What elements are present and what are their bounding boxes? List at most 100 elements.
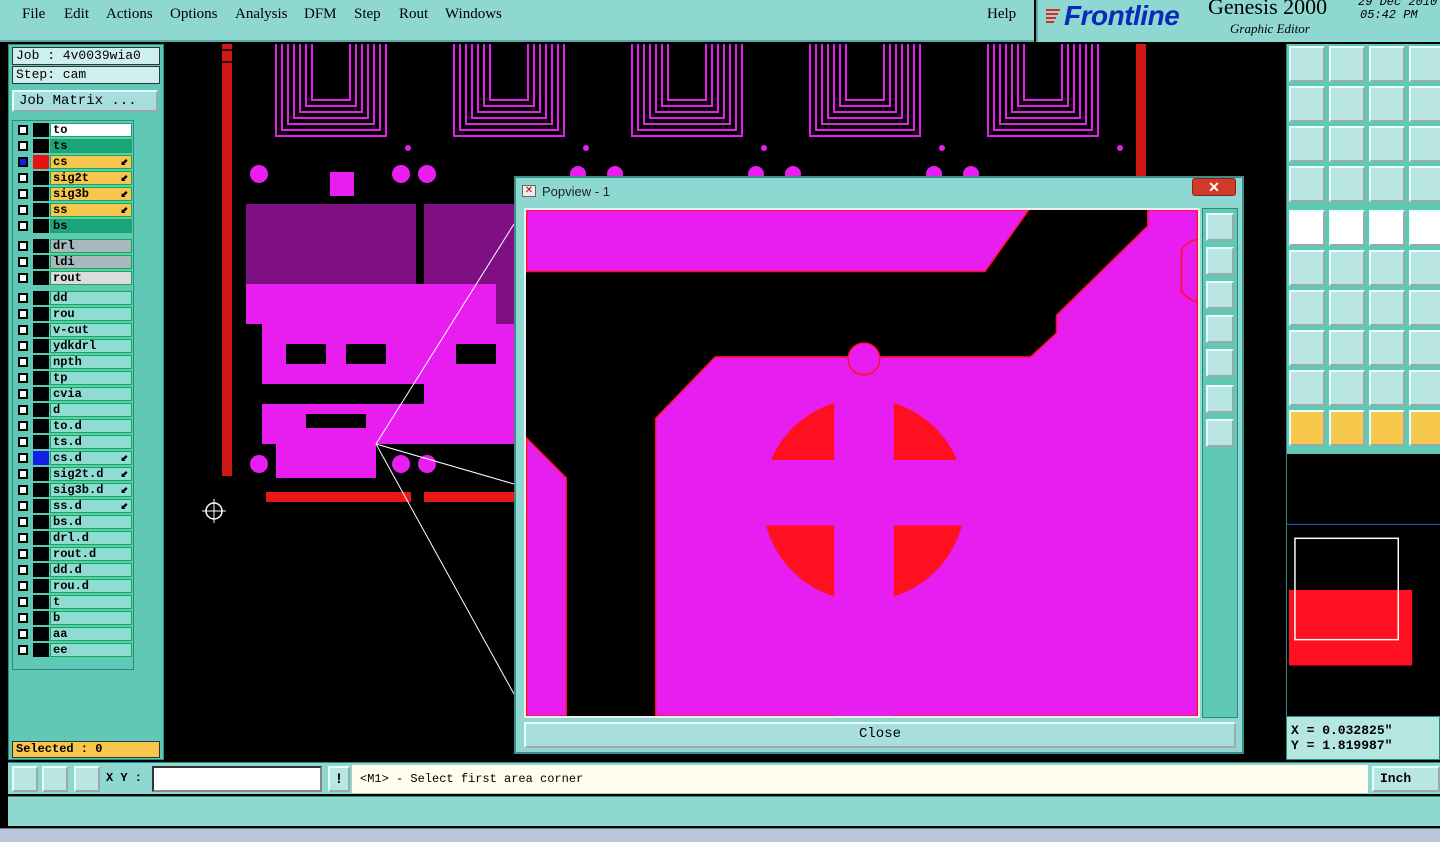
layer-name[interactable]: rou xyxy=(50,307,132,321)
layer-checkbox[interactable] xyxy=(18,157,28,167)
layer-checkbox[interactable] xyxy=(18,293,28,303)
line-edit-icon[interactable] xyxy=(1409,250,1440,286)
layer-checkbox[interactable] xyxy=(18,613,28,623)
arc-icon[interactable] xyxy=(1369,290,1405,326)
layer-checkbox[interactable] xyxy=(18,309,28,319)
layer-checkbox[interactable] xyxy=(18,125,28,135)
layer-checkbox[interactable] xyxy=(18,565,28,575)
layer-row[interactable]: npth xyxy=(13,355,135,369)
layer-name[interactable]: aa xyxy=(50,627,132,641)
layer-color-swatch[interactable] xyxy=(33,271,49,285)
zoom-out-icon[interactable] xyxy=(1206,419,1234,447)
layer-name[interactable]: to.d xyxy=(50,419,132,433)
layer-name[interactable]: b xyxy=(50,611,132,625)
mirror-icon[interactable] xyxy=(1369,86,1405,122)
layer-row[interactable]: ts xyxy=(13,139,135,153)
layer-checkbox[interactable] xyxy=(18,549,28,559)
layer-color-swatch[interactable] xyxy=(33,403,49,417)
menu-edit[interactable]: Edit xyxy=(64,6,89,23)
cross-icon[interactable] xyxy=(1329,250,1365,286)
layer-checkbox[interactable] xyxy=(18,257,28,267)
layer-checkbox[interactable] xyxy=(18,241,28,251)
layer-checkbox[interactable] xyxy=(18,469,28,479)
layer-row[interactable]: dd.d xyxy=(13,563,135,577)
point-icon[interactable] xyxy=(1289,330,1325,366)
layer-name[interactable]: ydkdrl xyxy=(50,339,132,353)
add-pad-icon[interactable] xyxy=(1289,210,1325,246)
layer-row[interactable]: bs.d xyxy=(13,515,135,529)
minus-icon[interactable] xyxy=(1329,330,1365,366)
layer-row[interactable]: v-cut xyxy=(13,323,135,337)
layer-row[interactable]: rou.d xyxy=(13,579,135,593)
angle-icon[interactable] xyxy=(1289,290,1325,326)
snap-icon[interactable] xyxy=(1409,86,1440,122)
zoom-extents-icon[interactable] xyxy=(1289,126,1325,162)
pan-right-icon[interactable] xyxy=(1206,349,1234,377)
layer-name[interactable]: sig3b ⬋ xyxy=(50,187,132,201)
layer-color-swatch[interactable] xyxy=(33,171,49,185)
menu-rout[interactable]: Rout xyxy=(399,6,428,23)
layer-checkbox[interactable] xyxy=(18,389,28,399)
layer-row[interactable]: ee xyxy=(13,643,135,657)
layer-color-swatch[interactable] xyxy=(33,611,49,625)
help-icon[interactable] xyxy=(1409,126,1440,162)
execute-button[interactable]: ! xyxy=(328,766,350,792)
window-layout-icon[interactable] xyxy=(1409,46,1440,82)
layer-name[interactable]: bs xyxy=(50,219,132,233)
pan-right-tool-icon[interactable] xyxy=(1329,86,1365,122)
layer-name[interactable]: v-cut xyxy=(50,323,132,337)
select-net-icon[interactable] xyxy=(1409,410,1440,446)
layer-checkbox[interactable] xyxy=(18,189,28,199)
layer-row[interactable]: d xyxy=(13,403,135,417)
layer-color-swatch[interactable] xyxy=(33,579,49,593)
connect-icon[interactable] xyxy=(1289,250,1325,286)
net-trace-icon[interactable] xyxy=(1409,166,1440,202)
snap-line-icon[interactable] xyxy=(12,766,38,792)
layer-checkbox[interactable] xyxy=(18,517,28,527)
layer-color-swatch[interactable] xyxy=(33,139,49,153)
layer-checkbox[interactable] xyxy=(18,581,28,591)
select-touch-icon[interactable] xyxy=(1369,410,1405,446)
layer-row[interactable]: b xyxy=(13,611,135,625)
layer-name[interactable]: cvia xyxy=(50,387,132,401)
layer-checkbox[interactable] xyxy=(18,645,28,655)
layer-row[interactable]: sig2t ⬋ xyxy=(13,171,135,185)
layer-color-swatch[interactable] xyxy=(33,467,49,481)
layer-row[interactable]: ydkdrl xyxy=(13,339,135,353)
home-icon[interactable] xyxy=(1369,46,1405,82)
popview-canvas[interactable] xyxy=(524,208,1200,718)
layer-name[interactable]: d xyxy=(50,403,132,417)
layer-color-swatch[interactable] xyxy=(33,483,49,497)
layer-row[interactable]: drl xyxy=(13,239,135,253)
layer-row[interactable]: t xyxy=(13,595,135,609)
layer-name[interactable]: bs.d xyxy=(50,515,132,529)
layer-name[interactable]: ts.d xyxy=(50,435,132,449)
layer-row[interactable]: ldi xyxy=(13,255,135,269)
popview-close-button[interactable]: Close xyxy=(524,722,1236,748)
diagonal-icon[interactable] xyxy=(1329,290,1365,326)
layer-name[interactable]: ss ⬋ xyxy=(50,203,132,217)
layer-checkbox[interactable] xyxy=(18,437,28,447)
zoom-fit-icon[interactable] xyxy=(1206,213,1234,241)
layer-color-swatch[interactable] xyxy=(33,291,49,305)
layer-row[interactable]: rout xyxy=(13,271,135,285)
layer-row[interactable]: cvia xyxy=(13,387,135,401)
layer-checkbox[interactable] xyxy=(18,325,28,335)
layer-name[interactable]: drl xyxy=(50,239,132,253)
layer-row[interactable]: rou xyxy=(13,307,135,321)
arch-alt-icon[interactable] xyxy=(1409,370,1440,406)
layer-color-swatch[interactable] xyxy=(33,203,49,217)
layer-checkbox[interactable] xyxy=(18,501,28,511)
layer-row[interactable]: aa xyxy=(13,627,135,641)
layer-name[interactable]: ts xyxy=(50,139,132,153)
layer-checkbox[interactable] xyxy=(18,485,28,495)
job-matrix-button[interactable]: Job Matrix ... xyxy=(12,90,158,112)
layer-color-swatch[interactable] xyxy=(33,219,49,233)
layer-row[interactable]: sig2t.d ⬋ xyxy=(13,467,135,481)
layer-row[interactable]: bs xyxy=(13,219,135,233)
layer-checkbox[interactable] xyxy=(18,453,28,463)
layer-checkbox[interactable] xyxy=(18,421,28,431)
layer-name[interactable]: rou.d xyxy=(50,579,132,593)
menu-file[interactable]: File xyxy=(22,6,45,23)
menu-dfm[interactable]: DFM xyxy=(304,6,337,23)
